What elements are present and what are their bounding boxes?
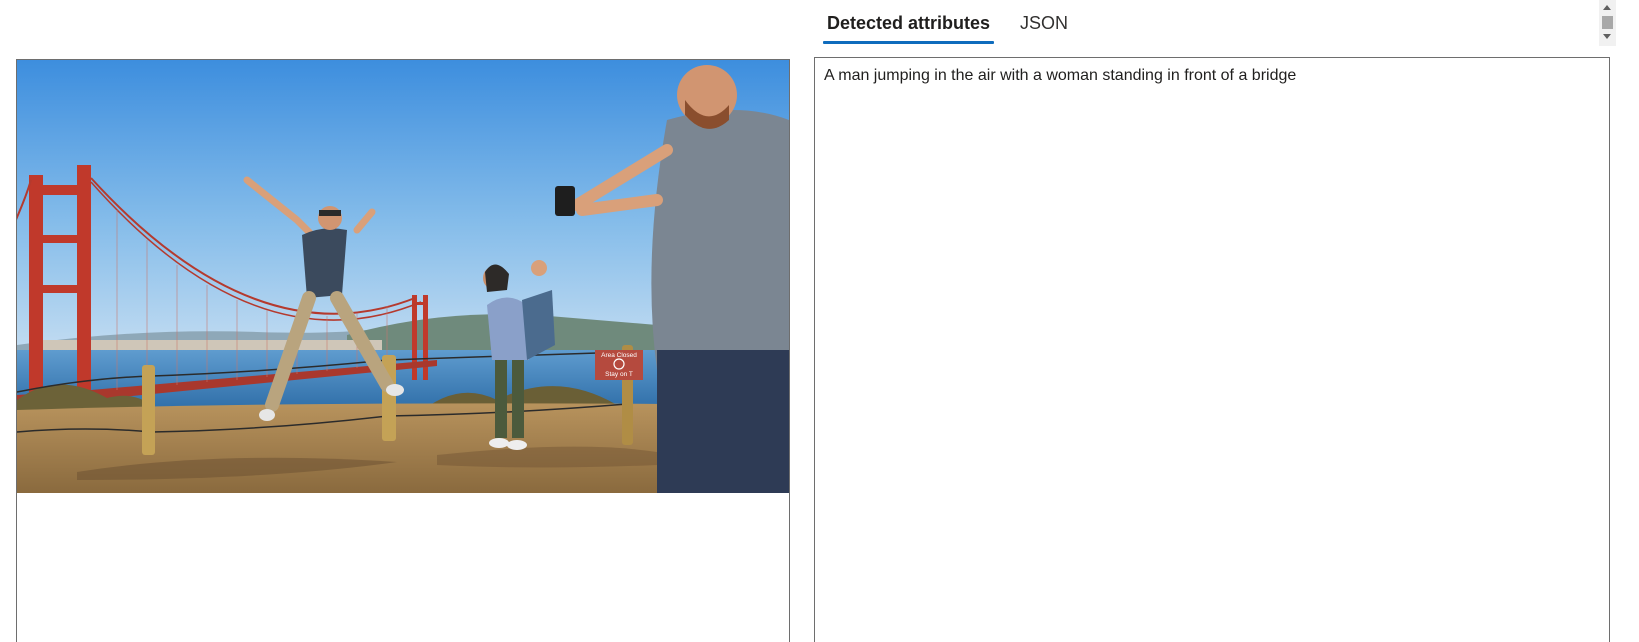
- sign-line1: Area Closed: [601, 352, 637, 359]
- tab-detected-attributes[interactable]: Detected attributes: [823, 0, 995, 46]
- tab-detected-attributes-label: Detected attributes: [827, 12, 991, 33]
- sign-line2: Stay on T: [605, 371, 633, 378]
- area-closed-sign: Area Closed Stay on T: [595, 350, 643, 380]
- scroll-down-icon[interactable]: [1603, 34, 1611, 39]
- scrollbar-thumb[interactable]: [1602, 16, 1613, 29]
- image-panel: Area Closed Stay on T: [16, 59, 790, 642]
- scroll-up-icon[interactable]: [1603, 5, 1611, 10]
- phone-icon: [555, 186, 575, 216]
- detected-attributes-panel: A man jumping in the air with a woman st…: [814, 57, 1610, 642]
- tab-json-label: JSON: [1020, 12, 1069, 33]
- analyzed-photo: Area Closed Stay on T: [17, 60, 789, 493]
- fence-post: [142, 365, 155, 455]
- image-caption: A man jumping in the air with a woman st…: [824, 67, 1297, 84]
- scrollbar[interactable]: [1599, 0, 1616, 46]
- tab-json[interactable]: JSON: [1016, 0, 1072, 46]
- tab-bar: Detected attributes JSON: [823, 0, 1094, 46]
- analysis-page: Detected attributes JSON Area Closed Sta…: [0, 0, 1639, 642]
